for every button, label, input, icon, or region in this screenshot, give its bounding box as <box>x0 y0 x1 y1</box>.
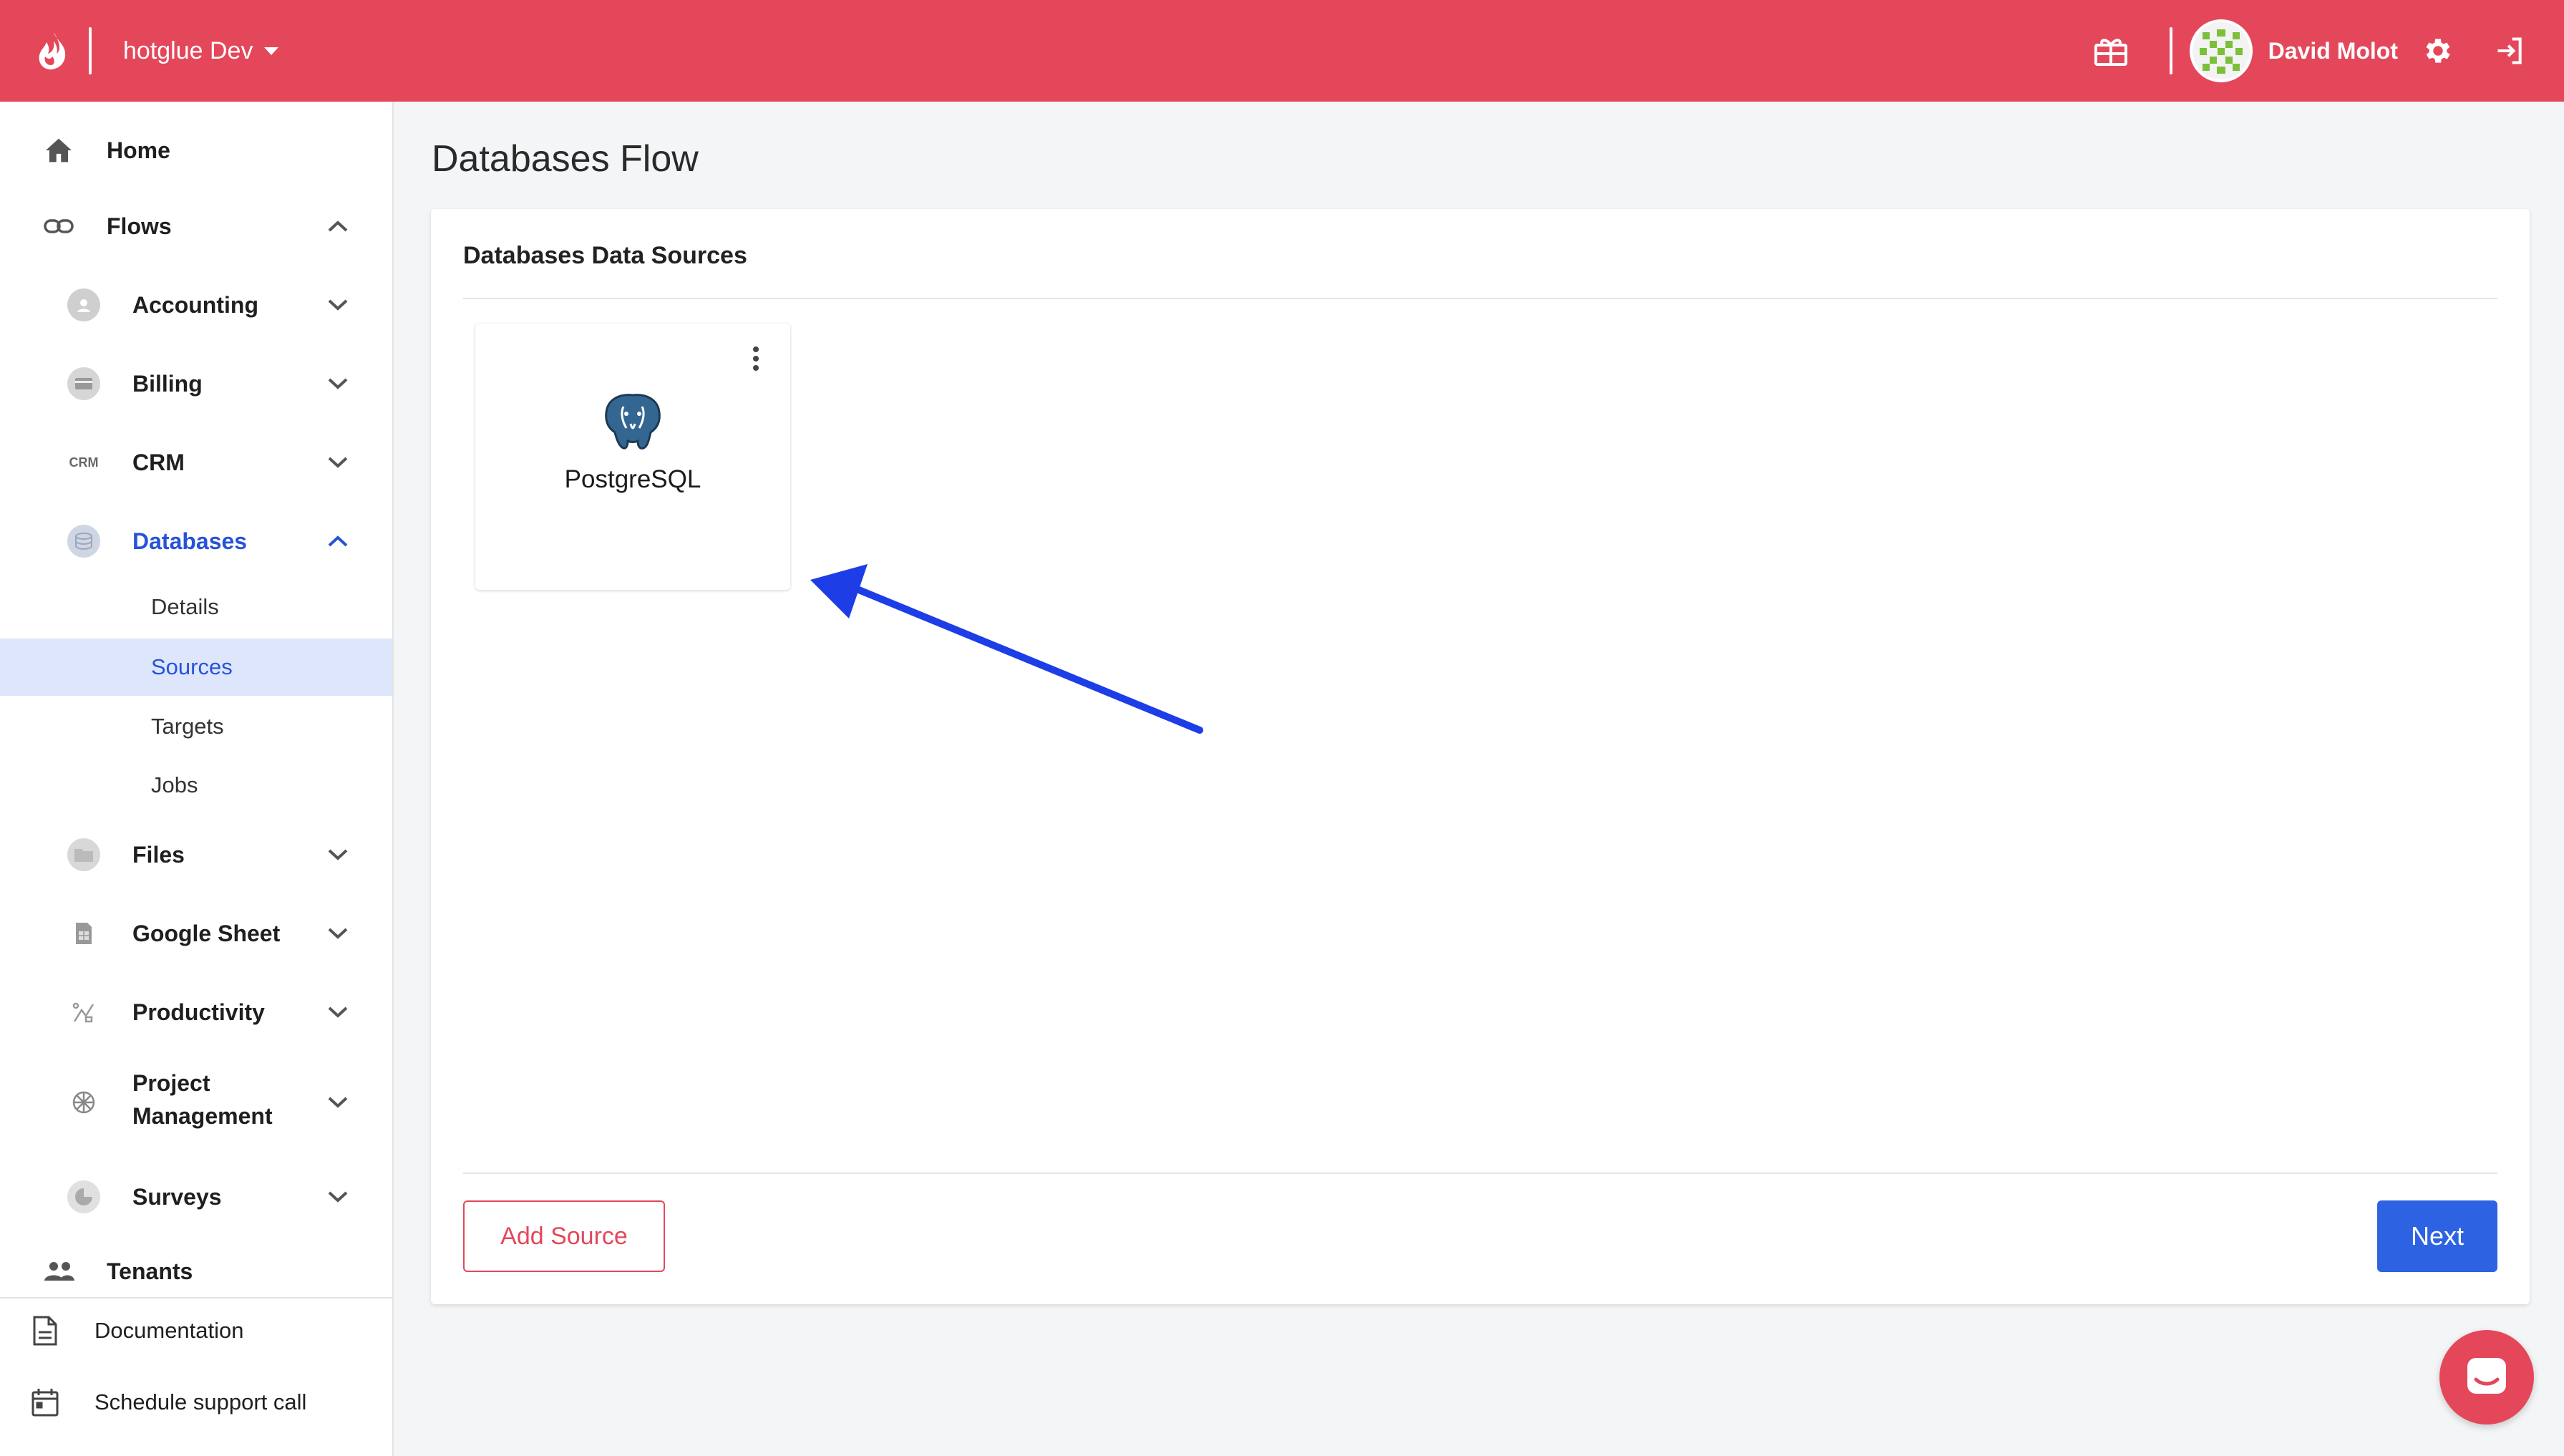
document-icon <box>27 1313 63 1349</box>
sidebar-subitem-label: Sources <box>151 654 233 679</box>
header-divider <box>2169 27 2172 74</box>
sidebar-subitem-targets[interactable]: Targets <box>0 698 392 755</box>
annotation-arrow <box>810 564 1203 734</box>
top-header: hotglue Dev David Molot <box>0 0 2564 102</box>
sidebar-subitem-details[interactable]: Details <box>0 578 392 636</box>
sidebar-item-label: CRM <box>132 449 185 475</box>
people-icon <box>42 1257 77 1286</box>
page-title: Databases Flow <box>432 138 699 180</box>
chevron-down-icon[interactable] <box>324 840 352 869</box>
sidebar-item-billing[interactable]: Billing <box>0 362 392 405</box>
add-source-button[interactable]: Add Source <box>463 1200 665 1272</box>
sidebar-item-flows[interactable]: Flows <box>0 205 392 248</box>
sidebar-item-label: Files <box>132 841 185 868</box>
chevron-down-icon[interactable] <box>324 1183 352 1211</box>
calendar-icon <box>27 1384 63 1420</box>
source-tile-postgresql[interactable]: PostgreSQL <box>475 324 790 590</box>
sidebar-item-tenants[interactable]: Tenants <box>0 1250 392 1293</box>
divider <box>463 298 2497 299</box>
gift-icon[interactable] <box>2091 31 2131 71</box>
gear-icon[interactable] <box>2417 29 2459 72</box>
next-button[interactable]: Next <box>2377 1200 2497 1272</box>
sidebar-item-label: Tenants <box>107 1258 193 1284</box>
sidebar-item-label: Billing <box>132 370 203 397</box>
sidebar-item-label: Flows <box>107 213 172 239</box>
postgresql-icon <box>601 392 664 452</box>
sidebar-item-documentation[interactable]: Documentation <box>0 1299 392 1363</box>
surveys-icon <box>67 1180 100 1213</box>
chevron-down-icon[interactable] <box>324 291 352 319</box>
files-icon <box>67 838 100 871</box>
source-name: PostgreSQL <box>564 465 701 493</box>
sidebar-item-files[interactable]: Files <box>0 833 392 876</box>
sidebar-item-label: Project Management <box>132 1070 273 1129</box>
sidebar-item-label: Schedule support call <box>94 1389 307 1414</box>
sidebar-item-label: Surveys <box>132 1183 222 1210</box>
chevron-down-icon[interactable] <box>324 1088 352 1117</box>
sidebar-item-surveys[interactable]: Surveys <box>0 1175 392 1218</box>
home-icon <box>43 135 74 166</box>
chat-icon <box>2467 1358 2506 1394</box>
sidebar-subitem-sources[interactable]: Sources <box>0 639 392 696</box>
sidebar-item-schedule-support-call[interactable]: Schedule support call <box>0 1370 392 1435</box>
more-options-icon[interactable] <box>747 342 764 375</box>
workspace-name: hotglue Dev <box>123 37 253 64</box>
sidebar-item-google-sheet[interactable]: Google Sheet <box>0 912 392 955</box>
google-sheet-icon <box>67 917 100 950</box>
link-icon <box>43 210 74 242</box>
chevron-up-icon[interactable] <box>324 212 352 241</box>
sidebar-subitem-label: Jobs <box>151 772 198 797</box>
sidebar-item-label: Documentation <box>94 1318 244 1343</box>
header-divider <box>89 27 92 74</box>
sidebar: Home Flows Accounting Billing CRM CRM Da… <box>0 102 394 1456</box>
data-sources-card: Databases Data Sources PostgreSQL Add So… <box>431 209 2530 1304</box>
logout-icon[interactable] <box>2488 29 2531 72</box>
sidebar-subitem-label: Targets <box>151 714 224 739</box>
sidebar-item-label: Accounting <box>132 291 258 318</box>
sidebar-item-label: Databases <box>132 528 248 554</box>
sidebar-item-productivity[interactable]: Productivity <box>0 991 392 1034</box>
accounting-icon <box>67 288 100 321</box>
caret-down-icon <box>264 47 279 55</box>
chevron-down-icon[interactable] <box>324 448 352 477</box>
billing-icon <box>67 367 100 400</box>
user-name[interactable]: David Molot <box>2268 38 2398 64</box>
sidebar-item-label: Home <box>107 137 170 163</box>
sidebar-subitem-label: Details <box>151 594 219 619</box>
project-management-icon <box>67 1086 100 1119</box>
sidebar-item-label: Productivity <box>132 999 265 1025</box>
sidebar-item-accounting[interactable]: Accounting <box>0 283 392 326</box>
card-title: Databases Data Sources <box>463 242 747 269</box>
chevron-down-icon[interactable] <box>324 369 352 398</box>
divider <box>463 1173 2497 1174</box>
chevron-down-icon[interactable] <box>324 998 352 1027</box>
sidebar-item-home[interactable]: Home <box>0 129 392 172</box>
user-avatar[interactable] <box>2189 19 2253 82</box>
chevron-up-icon[interactable] <box>324 527 352 555</box>
productivity-icon <box>67 996 100 1029</box>
crm-icon: CRM <box>69 455 99 470</box>
chevron-down-icon[interactable] <box>324 919 352 948</box>
workspace-selector[interactable]: hotglue Dev <box>123 37 279 65</box>
sidebar-subitem-jobs[interactable]: Jobs <box>0 757 392 814</box>
hotglue-flame-logo[interactable] <box>31 29 74 72</box>
sidebar-item-databases[interactable]: Databases <box>0 520 392 563</box>
sidebar-item-project-management[interactable]: Project Management <box>0 1067 392 1138</box>
sidebar-item-crm[interactable]: CRM CRM <box>0 441 392 484</box>
databases-icon <box>67 525 100 558</box>
sidebar-item-label: Google Sheet <box>132 920 281 946</box>
chat-launcher-button[interactable] <box>2439 1330 2534 1425</box>
sidebar-footer: Documentation Schedule support call <box>0 1297 392 1417</box>
